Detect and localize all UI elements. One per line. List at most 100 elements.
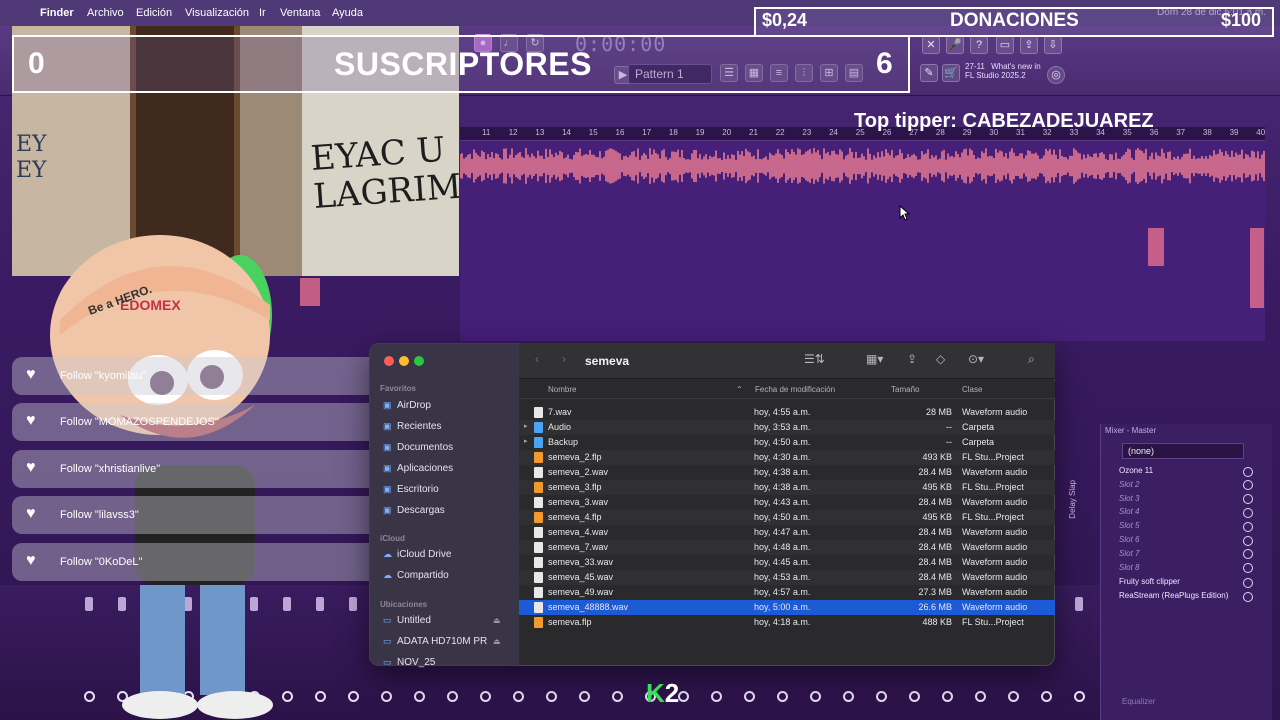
file-row[interactable]: semeva.flp hoy, 4:18 a.m. 488 KB FL Stu...P… [519,615,1055,630]
sidebar-item[interactable]: Documentos [397,442,453,453]
file-row[interactable]: semeva_48888.wav hoy, 5:00 a.m. 26.6 MB Wav… [519,600,1055,615]
zoom-window-button[interactable] [414,356,424,366]
mixer-knob[interactable] [612,691,623,702]
download-icon[interactable]: ⇩ [1044,36,1062,54]
globe-icon[interactable]: ◎ [1047,66,1065,84]
share-icon[interactable]: ⇪ [907,352,917,366]
menu-ayuda[interactable]: Ayuda [332,7,363,19]
mixer-knob[interactable] [1008,691,1019,702]
mixer-knob[interactable] [513,691,524,702]
mixer-slot[interactable]: Slot 8 [1119,563,1139,572]
file-row[interactable]: semeva_4.wav hoy, 4:47 a.m. 28.4 MB Wavefor… [519,525,1055,540]
file-row[interactable]: semeva_33.wav hoy, 4:45 a.m. 28.4 MB Wavefo… [519,555,1055,570]
menu-edicion[interactable]: Edición [136,7,172,19]
column-name[interactable]: Nombre [548,385,576,394]
file-row[interactable]: semeva_2.flp hoy, 4:30 a.m. 493 KB FL Stu..… [519,450,1055,465]
mixer-knob[interactable] [711,691,722,702]
mixer-knob[interactable] [348,691,359,702]
mixer-preset-select[interactable]: (none) [1122,443,1244,459]
mixer-knob[interactable] [777,691,788,702]
sidebar-item[interactable]: AirDrop [397,400,431,411]
column-date[interactable]: Fecha de modificación [755,385,835,394]
slot-toggle[interactable] [1243,535,1253,546]
export-icon[interactable]: ⇪ [1020,36,1038,54]
close-window-button[interactable] [384,356,394,366]
mixer-slot[interactable]: Slot 7 [1119,549,1139,558]
list-view-icon[interactable]: ☰⇅ [804,352,825,366]
menu-app-name[interactable]: Finder [40,7,74,19]
disclosure-chevron-icon[interactable]: ▸ [524,437,528,445]
news-panel[interactable]: 27-11 What's new in FL Studio 2025.2 [965,62,1045,88]
sidebar-item[interactable]: Recientes [397,421,441,432]
file-row[interactable]: semeva_2.wav hoy, 4:38 a.m. 28.4 MB Wavefor… [519,465,1055,480]
mixer-knob[interactable] [975,691,986,702]
eject-icon[interactable]: ⏏ [493,637,501,646]
sidebar-item[interactable]: Compartido [397,570,449,581]
mixer-knob[interactable] [678,691,689,702]
mixer-knob[interactable] [810,691,821,702]
mixer-slot[interactable]: Slot 5 [1119,521,1139,530]
mixer-knob[interactable] [843,691,854,702]
mixer-slot[interactable]: ReaStream (ReaPlugs Edition) [1119,591,1228,600]
file-row[interactable]: semeva_4.flp hoy, 4:50 a.m. 495 KB FL Stu..… [519,510,1055,525]
cart-icon[interactable]: 🛒 [942,64,960,82]
audio-waveform[interactable] [460,148,1265,184]
sidebar-item[interactable]: Aplicaciones [397,463,453,474]
mixer-knob[interactable] [381,691,392,702]
file-row[interactable]: semeva_49.wav hoy, 4:57 a.m. 27.3 MB Wavefo… [519,585,1055,600]
audio-clip[interactable] [1250,228,1264,308]
sidebar-item[interactable]: iCloud Drive [397,549,451,560]
file-row[interactable]: 7.wav hoy, 4:55 a.m. 28 MB Waveform audio [519,405,1055,420]
slot-toggle[interactable] [1243,577,1253,588]
slot-toggle[interactable] [1243,507,1253,518]
file-row[interactable]: semeva_3.wav hoy, 4:43 a.m. 28.4 MB Wavefor… [519,495,1055,510]
file-row[interactable]: semeva_45.wav hoy, 4:53 a.m. 28.4 MB Wavefo… [519,570,1055,585]
mixer-knob[interactable] [447,691,458,702]
mixer-fader[interactable] [349,597,357,611]
more-icon[interactable]: ⊙▾ [968,352,984,366]
menu-ventana[interactable]: Ventana [280,7,320,19]
mixer-knob[interactable] [579,691,590,702]
sidebar-item[interactable]: Descargas [397,505,445,516]
mixer-knob[interactable] [909,691,920,702]
mic-icon[interactable]: 🎤 [946,36,964,54]
sidebar-item[interactable]: ADATA HD710M PR [397,636,487,647]
mixer-slot[interactable]: Fruity soft clipper [1119,577,1180,586]
file-row[interactable]: ▸ Backup hoy, 4:50 a.m. -- Carpeta [519,435,1055,450]
sidebar-item[interactable]: NOV_25 [397,657,435,668]
mixer-slot[interactable]: Slot 4 [1119,507,1139,516]
menu-visualizacion[interactable]: Visualización [185,7,249,19]
save-icon[interactable]: ▭ [996,36,1014,54]
mixer-knob[interactable] [546,691,557,702]
file-row[interactable]: ▸ Audio hoy, 3:53 a.m. -- Carpeta [519,420,1055,435]
hint-icon[interactable]: ✎ [920,64,938,82]
mixer-slot[interactable]: Slot 6 [1119,535,1139,544]
mixer-knob[interactable] [744,691,755,702]
file-row[interactable]: semeva_3.flp hoy, 4:38 a.m. 495 KB FL Stu..… [519,480,1055,495]
eject-icon[interactable]: ⏏ [493,616,501,625]
menu-archivo[interactable]: Archivo [87,7,124,19]
file-row[interactable]: semeva_7.wav hoy, 4:48 a.m. 28.4 MB Wavefor… [519,540,1055,555]
search-icon[interactable]: ⌕ [1028,352,1035,367]
mixer-slot[interactable]: Ozone 11 [1119,466,1153,475]
help-icon[interactable]: ? [970,36,988,54]
column-kind[interactable]: Clase [962,385,982,394]
column-size[interactable]: Tamaño [891,385,919,394]
mixer-fader[interactable] [1075,597,1083,611]
mixer-knob[interactable] [480,691,491,702]
sidebar-item[interactable]: Escritorio [397,484,439,495]
menu-ir[interactable]: Ir [259,7,266,19]
back-icon[interactable]: ‹ [535,352,539,366]
slot-toggle[interactable] [1243,521,1253,532]
mixer-slot[interactable]: Slot 2 [1119,480,1139,489]
slot-toggle[interactable] [1243,591,1253,602]
mixer-knob[interactable] [942,691,953,702]
mixer-slot[interactable]: Slot 3 [1119,494,1139,503]
audio-clip[interactable] [1148,228,1164,266]
sidebar-item[interactable]: Untitled [397,615,431,626]
tag-icon[interactable]: ◇ [936,352,945,366]
mixer-knob[interactable] [414,691,425,702]
mixer-knob[interactable] [876,691,887,702]
disclosure-chevron-icon[interactable]: ▸ [524,422,528,430]
minimize-window-button[interactable] [399,356,409,366]
